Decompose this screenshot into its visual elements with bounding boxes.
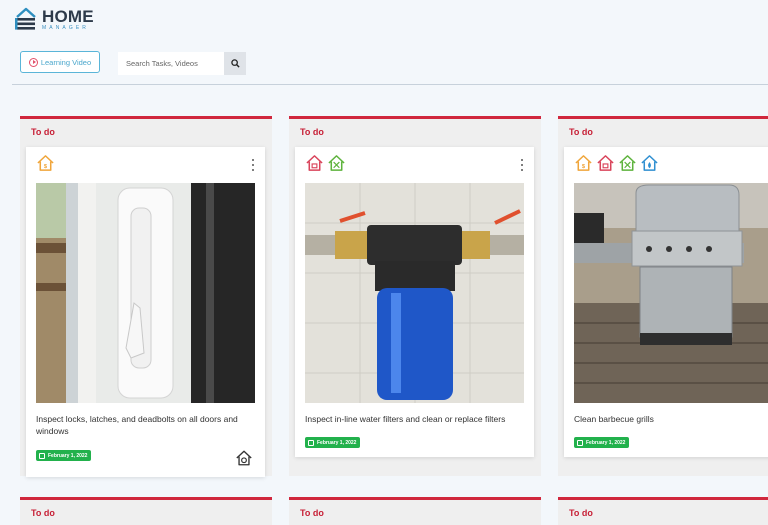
search-button[interactable] — [224, 52, 246, 75]
column-header: To do — [31, 508, 55, 518]
card-menu-button[interactable] — [251, 159, 255, 171]
category-icons: $ — [36, 153, 55, 173]
task-column-2: To do Inspect in-line water filters and … — [289, 116, 541, 476]
water-filter-photo — [305, 183, 524, 403]
calendar-icon — [308, 439, 314, 446]
calendar-icon — [577, 439, 583, 446]
task-column-1: To do $ Inspect locks, latches, and dead… — [20, 116, 272, 477]
task-card[interactable]: Inspect in-line water filters and clean … — [295, 147, 534, 457]
play-icon — [28, 57, 38, 67]
task-title: Clean barbecue grills — [574, 414, 654, 424]
house-green-tools-icon — [328, 155, 345, 171]
logo-subtitle: MANAGER — [42, 24, 89, 31]
category-icons — [305, 153, 346, 173]
house-orange-icon: $ — [575, 155, 592, 171]
house-blue-drop-icon — [641, 155, 658, 171]
column-header: To do — [569, 508, 593, 518]
task-column-3: To do $ Clean barbecue grills February 1… — [558, 116, 768, 476]
due-date-badge: February 1, 2022 — [36, 450, 92, 461]
search-icon — [230, 59, 240, 68]
svg-text:$: $ — [44, 164, 48, 170]
task-card[interactable]: $ Clean barbecue grills February 1, 2022 — [564, 147, 768, 457]
task-card[interactable]: $ Inspect locks, latches, and deadbolts … — [26, 147, 265, 477]
learning-video-button[interactable]: Learning Video — [20, 51, 100, 73]
task-title: Inspect locks, latches, and deadbolts on… — [36, 414, 238, 436]
task-column-6: To do — [558, 497, 768, 525]
column-header: To do — [569, 127, 593, 137]
home-settings-icon[interactable] — [235, 449, 253, 467]
task-column-4: To do — [20, 497, 272, 525]
house-green-tools-icon — [619, 155, 636, 171]
task-column-5: To do — [289, 497, 541, 525]
column-header: To do — [300, 127, 324, 137]
card-menu-button[interactable] — [520, 159, 524, 171]
barbecue-grill-photo — [574, 183, 768, 403]
logo-title: HOME — [42, 6, 94, 26]
learning-video-label: Learning Video — [40, 57, 92, 67]
category-icons: $ — [574, 153, 659, 173]
house-red-icon — [306, 155, 323, 171]
due-date: February 1, 2022 — [317, 439, 357, 446]
due-date: February 1, 2022 — [48, 452, 88, 459]
calendar-icon — [39, 452, 45, 459]
search-input[interactable] — [118, 52, 224, 75]
task-title: Inspect in-line water filters and clean … — [305, 414, 506, 424]
house-red-icon — [597, 155, 614, 171]
door-lock-photo — [36, 183, 255, 403]
home-manager-logo-icon — [15, 7, 36, 30]
search-bar — [118, 52, 246, 75]
column-header: To do — [300, 508, 324, 518]
app-logo[interactable]: HOME MANAGER — [14, 6, 94, 32]
house-orange-icon: $ — [37, 155, 54, 171]
column-header: To do — [31, 127, 55, 137]
due-date-badge: February 1, 2022 — [305, 437, 361, 448]
due-date-badge: February 1, 2022 — [574, 437, 630, 448]
due-date: February 1, 2022 — [586, 439, 626, 446]
svg-text:$: $ — [582, 164, 586, 170]
header-divider — [12, 84, 768, 85]
